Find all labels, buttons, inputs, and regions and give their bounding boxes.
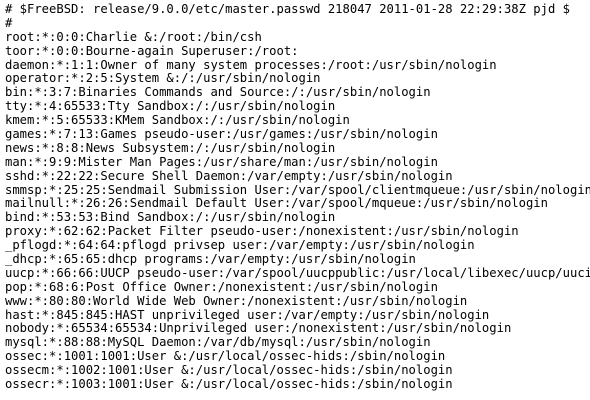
passwd-entry-pflogd: _pflogd:*:64:64:pflogd privsep user:/var…	[5, 238, 475, 253]
passwd-entry-games: games:*:7:13:Games pseudo-user:/usr/game…	[5, 127, 438, 142]
passwd-entry-root: root:*:0:0:Charlie &:/root:/bin/csh	[5, 29, 262, 44]
passwd-entry-www: www:*:80:80:World Wide Web Owner:/nonexi…	[5, 293, 468, 308]
passwd-entry-bin: bin:*:3:7:Binaries Commands and Source:/…	[5, 85, 431, 100]
passwd-entry-daemon: daemon:*:1:1:Owner of many system proces…	[5, 57, 497, 72]
passwd-file-view: # $FreeBSD: release/9.0.0/etc/master.pas…	[5, 3, 590, 392]
passwd-entry-ossecr: ossecr:*:1003:1001:User &:/usr/local/oss…	[5, 377, 453, 392]
passwd-entry-nobody: nobody:*:65534:65534:Unprivileged user:/…	[5, 321, 512, 336]
comment-line: #	[5, 15, 13, 30]
passwd-entry-ossecm: ossecm:*:1002:1001:User &:/usr/local/oss…	[5, 363, 453, 378]
file-header-line: # $FreeBSD: release/9.0.0/etc/master.pas…	[5, 3, 570, 16]
passwd-entry-proxy: proxy:*:62:62:Packet Filter pseudo-user:…	[5, 224, 519, 239]
passwd-entry-hast: hast:*:845:845:HAST unprivileged user:/v…	[5, 307, 490, 322]
passwd-entry-operator: operator:*:2:5:System &:/:/usr/sbin/nolo…	[5, 71, 321, 86]
passwd-entry-ossec: ossec:*:1001:1001:User &:/usr/local/osse…	[5, 349, 446, 364]
passwd-entry-dhcp: _dhcp:*:65:65:dhcp programs:/var/empty:/…	[5, 252, 416, 267]
passwd-entry-man: man:*:9:9:Mister Man Pages:/usr/share/ma…	[5, 154, 438, 169]
passwd-entry-smmsp: smmsp:*:25:25:Sendmail Submission User:/…	[5, 182, 590, 197]
passwd-entry-toor: toor:*:0:0:Bourne-again Superuser:/root:	[5, 43, 299, 58]
passwd-entry-pop: pop:*:68:6:Post Office Owner:/nonexisten…	[5, 279, 438, 294]
passwd-entry-uucp: uucp:*:66:66:UUCP pseudo-user:/var/spool…	[5, 265, 590, 280]
passwd-entry-bind: bind:*:53:53:Bind Sandbox:/:/usr/sbin/no…	[5, 210, 336, 225]
passwd-entry-mailnull: mailnull:*:26:26:Sendmail Default User:/…	[5, 196, 548, 211]
passwd-entry-sshd: sshd:*:22:22:Secure Shell Daemon:/var/em…	[5, 168, 453, 183]
passwd-entry-mysql: mysql:*:88:88:MySQL Daemon:/var/db/mysql…	[5, 335, 431, 350]
passwd-entry-tty: tty:*:4:65533:Tty Sandbox:/:/usr/sbin/no…	[5, 99, 336, 114]
passwd-entry-kmem: kmem:*:5:65533:KMem Sandbox:/:/usr/sbin/…	[5, 113, 350, 128]
passwd-entry-news: news:*:8:8:News Subsystem:/:/usr/sbin/no…	[5, 140, 336, 155]
